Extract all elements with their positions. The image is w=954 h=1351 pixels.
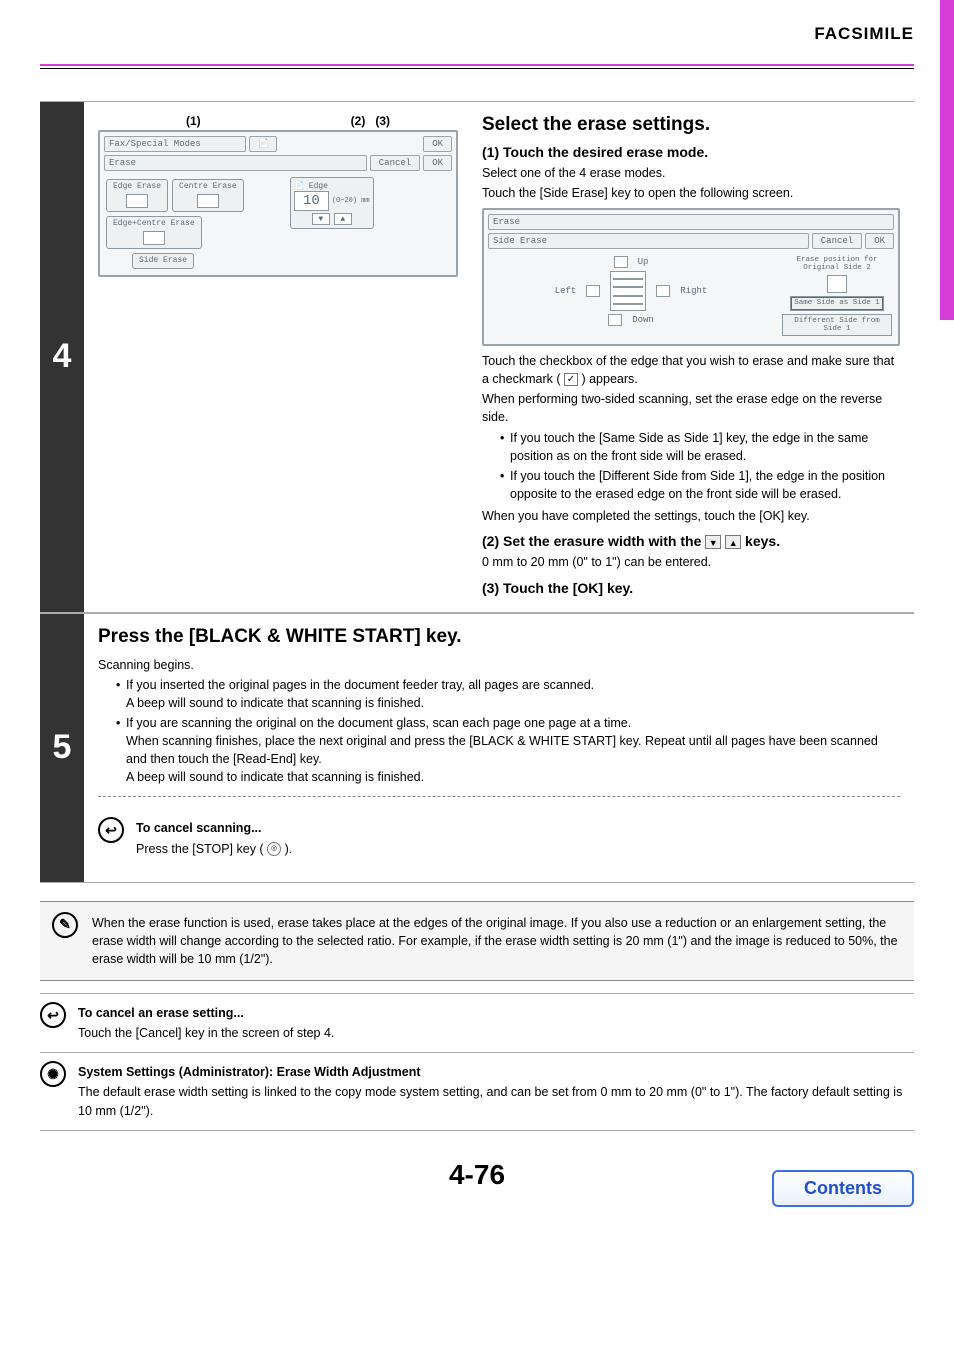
side-erase-instruction-a: Touch the checkbox of the edge that you …	[482, 354, 894, 386]
different-side-key[interactable]: Different Side from Side 1	[782, 314, 892, 337]
left-checkbox[interactable]	[586, 285, 600, 297]
up-label: Up	[638, 257, 649, 267]
callout-2: (2)	[351, 114, 366, 128]
side-erase-instruction-b: ) appears.	[581, 372, 637, 386]
page-icon	[143, 231, 165, 245]
side-erase-mode[interactable]: Side Erase	[132, 253, 194, 270]
right-checkbox[interactable]	[656, 285, 670, 297]
page-diagram	[610, 271, 646, 311]
centre-erase-mode[interactable]: Centre Erase	[172, 179, 244, 212]
callout-1: (1)	[186, 114, 201, 128]
down-checkbox[interactable]	[608, 314, 622, 326]
step-5-row: 5 Press the [BLACK & WHITE START] key. S…	[40, 613, 914, 883]
mode-label: Side Erase	[139, 257, 187, 266]
edge-control-label: Edge	[309, 182, 328, 191]
side-erase-instruction-2: When performing two-sided scanning, set …	[482, 390, 900, 426]
same-side-note: If you touch the [Same Side as Side 1] k…	[500, 429, 900, 465]
return-icon: ↩	[98, 817, 124, 843]
right-label: Right	[680, 286, 707, 296]
substep-1-text: Select one of the 4 erase modes.	[482, 164, 900, 182]
same-side-key[interactable]: Same Side as Side 1	[790, 296, 884, 310]
edge-centre-erase-mode[interactable]: Edge+Centre Erase	[106, 216, 202, 249]
step-5-b2c: A beep will sound to indicate that scann…	[126, 770, 424, 784]
step-5-b1a: If you inserted the original pages in th…	[126, 678, 594, 692]
step-4-row: 4 (1) (2) (3) Fax/Special Modes 📄	[40, 101, 914, 613]
edge-width-value: 10	[294, 191, 329, 211]
cancel-scan-heading: To cancel scanning...	[136, 819, 292, 837]
left-label: Left	[555, 286, 577, 296]
cancel-button[interactable]: Cancel	[812, 233, 862, 249]
lcd-breadcrumb[interactable]: Fax/Special Modes	[104, 136, 246, 152]
mode-label: Edge+Centre Erase	[113, 220, 195, 229]
callout-labels: (1) (2) (3)	[98, 114, 458, 130]
edge-erase-mode[interactable]: Edge Erase	[106, 179, 168, 212]
ok-button[interactable]: OK	[423, 136, 452, 152]
system-settings-heading: System Settings (Administrator): Erase W…	[78, 1063, 914, 1081]
edge-width-control: 📄 Edge 10 (0~20) mm ▼ ▲	[290, 177, 374, 229]
cancel-erase-heading: To cancel an erase setting...	[78, 1004, 334, 1022]
erase-position-label: Erase position for Original Side 2	[782, 256, 892, 272]
step-5-b1b: A beep will sound to indicate that scann…	[126, 696, 424, 710]
ok-button[interactable]: OK	[865, 233, 894, 249]
down-key-icon: ▼	[705, 535, 721, 549]
page-icon	[126, 194, 148, 208]
step-title: Select the erase settings.	[482, 114, 900, 136]
substep-1-title: (1) Touch the desired erase mode.	[482, 144, 900, 160]
lcd2-title: Side Erase	[488, 233, 809, 249]
lcd-side-erase: Erase Side Erase Cancel OK Up	[482, 208, 900, 346]
cancel-button[interactable]: Cancel	[370, 155, 420, 171]
pencil-icon: ✎	[52, 912, 78, 938]
lcd-erase-settings: Fax/Special Modes 📄 OK Erase Cancel OK	[98, 130, 458, 277]
flip-icon	[827, 275, 847, 293]
edge-width-range: (0~20) mm	[332, 197, 370, 205]
page-icon	[197, 194, 219, 208]
callout-3: (3)	[375, 114, 390, 128]
mode-label: Edge Erase	[113, 183, 161, 192]
return-icon: ↩	[40, 1002, 66, 1028]
increase-button[interactable]: ▲	[334, 213, 352, 225]
cancel-scan-text: Press the [STOP] key ( ◎ ).	[136, 840, 292, 858]
gear-icon: ✺	[40, 1061, 66, 1087]
up-key-icon: ▲	[725, 535, 741, 549]
down-label: Down	[632, 315, 654, 325]
stop-key-icon: ◎	[267, 842, 281, 856]
system-settings-text: The default erase width setting is linke…	[78, 1083, 914, 1119]
header-rule-thin	[40, 68, 914, 69]
checkmark-icon: ✓	[564, 373, 578, 386]
substep-1-text: Touch the [Side Erase] key to open the f…	[482, 184, 900, 202]
up-checkbox[interactable]	[614, 256, 628, 268]
decrease-button[interactable]: ▼	[312, 213, 330, 225]
header-rule-accent	[40, 64, 914, 66]
mode-label: Centre Erase	[179, 183, 237, 192]
step-5-title: Press the [BLACK & WHITE START] key.	[98, 626, 900, 648]
lcd2-breadcrumb: Erase	[488, 214, 894, 230]
different-side-note: If you touch the [Different Side from Si…	[500, 467, 900, 503]
step-number: 4	[40, 102, 84, 612]
note-erase-ratio-text: When the erase function is used, erase t…	[92, 914, 902, 968]
header-title: FACSIMILE	[40, 24, 914, 44]
section-color-tab	[940, 0, 954, 320]
lcd-title: Erase	[104, 155, 367, 171]
note-erase-ratio: ✎ When the erase function is used, erase…	[40, 901, 914, 981]
step-5-b2b: When scanning finishes, place the next o…	[126, 734, 878, 766]
contents-button[interactable]: Contents	[772, 1170, 914, 1207]
cancel-erase-text: Touch the [Cancel] key in the screen of …	[78, 1024, 334, 1042]
substep-2-text: 0 mm to 20 mm (0" to 1") can be entered.	[482, 553, 900, 571]
substep-3-title: (3) Touch the [OK] key.	[482, 580, 900, 596]
ok-button[interactable]: OK	[423, 155, 452, 171]
step-number: 5	[40, 614, 84, 882]
dashed-separator	[98, 796, 900, 797]
step-5-text: Scanning begins.	[98, 656, 900, 674]
side-erase-done: When you have completed the settings, to…	[482, 507, 900, 525]
step-5-b2a: If you are scanning the original on the …	[126, 716, 631, 730]
lcd-page-icon: 📄	[249, 136, 277, 152]
substep-2-title: (2) Set the erasure width with the ▼ ▲ k…	[482, 533, 900, 549]
